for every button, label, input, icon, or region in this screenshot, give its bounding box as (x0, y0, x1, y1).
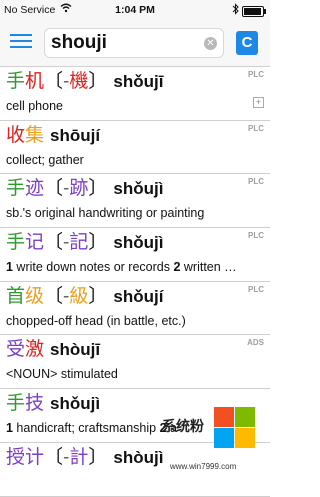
definition: sb.'s original handwriting or painting (6, 206, 205, 221)
list-item[interactable]: 受激 shòujī ADS <NOUN> stimulated (0, 335, 270, 390)
headword: 手技 shǒujì (6, 392, 100, 416)
pinyin-syllable: jí (90, 125, 101, 145)
watermark-url: www.win7999.com (170, 462, 237, 471)
menu-icon[interactable] (10, 34, 32, 52)
trad-bracket-close: 〕 (88, 178, 108, 200)
pinyin-syllable: jì (154, 233, 164, 253)
headword: 首级〔-級〕 shǒují (6, 285, 163, 309)
definition: <NOUN> stimulated (6, 367, 118, 382)
pinyin-syllable: shǒu (113, 233, 155, 253)
list-item[interactable]: 收集 shōují PLC collect; gather (0, 121, 270, 175)
hanzi-char: 计 (25, 446, 45, 468)
trad-bracket-open: 〔 (44, 446, 64, 468)
headword: 手机〔-機〕 shǒujī (6, 70, 163, 94)
hanzi-char: 手 (6, 232, 26, 254)
pinyin-syllable: shǒu (113, 179, 155, 199)
clock: 1:04 PM (115, 4, 155, 16)
headword: 手迹〔-跡〕 shǒujì (6, 177, 163, 201)
pinyin-syllable: shōu (50, 125, 91, 145)
hanzi-char: 级 (25, 285, 45, 307)
hanzi-char: 收 (6, 124, 26, 146)
trad-bracket-open: 〔 (44, 71, 64, 92)
battery-icon (242, 6, 266, 17)
hanzi-char: 迹 (25, 178, 45, 200)
hanzi-char: 手 (6, 393, 26, 415)
source-tag: PLC (248, 284, 264, 294)
hanzi-char: 集 (25, 124, 45, 146)
definition: 1 write down notes or records 2 written … (6, 260, 237, 275)
status-bar: No Service 1:04 PM (0, 0, 270, 20)
bluetooth-icon (232, 3, 239, 18)
pinyin-syllable: jì (154, 179, 164, 199)
pinyin-syllable: shǒu (50, 394, 91, 414)
trad-bracket-open: 〔 (44, 232, 64, 254)
definition: collect; gather (6, 152, 84, 167)
list-item[interactable]: 手机〔-機〕 shǒujī PLC + cell phone (0, 67, 270, 121)
source-tag: PLC (248, 231, 264, 241)
watermark-text: 系统粉 (162, 418, 204, 434)
definition: chopped-off head (in battle, etc.) (6, 313, 186, 328)
list-item[interactable]: 手迹〔-跡〕 shǒujì PLC sb.'s original handwritin… (0, 174, 270, 229)
hanzi-char: 手 (6, 178, 26, 200)
pinyin: shǒují (113, 287, 163, 306)
headword: 手记〔-記〕 shǒujì (6, 231, 163, 255)
search-input[interactable] (51, 32, 201, 54)
hanzi-char: 手 (6, 71, 26, 92)
pinyin: shōují (50, 126, 100, 145)
pinyin-syllable: jī (90, 340, 101, 360)
trad-bracket-close: 〕 (88, 232, 108, 254)
headword: 受激 shòujī (6, 338, 100, 362)
pinyin: shǒujì (113, 179, 163, 198)
pinyin: shòujī (50, 340, 100, 359)
search-box[interactable]: ✕ (44, 28, 224, 58)
clear-search-icon[interactable]: ✕ (204, 37, 217, 50)
search-toolbar: ✕ C (0, 20, 270, 67)
trad-bracket-close: 〕 (88, 71, 108, 92)
traditional-char: 計 (69, 446, 89, 468)
source-tag: PLC (248, 70, 264, 79)
hanzi-char: 激 (25, 339, 45, 361)
watermark: 系统粉 www.win7999.com (162, 404, 270, 482)
hanzi-char: 首 (6, 285, 26, 307)
pinyin-syllable: jī (154, 72, 164, 91)
list-item[interactable]: 首级〔-級〕 shǒují PLC chopped-off head (in batt… (0, 282, 270, 336)
pinyin: shǒujī (113, 72, 163, 91)
traditional-char: 記 (69, 232, 89, 254)
pinyin-syllable: shòu (113, 447, 155, 467)
hanzi-char: 授 (6, 446, 26, 468)
pinyin: shǒujì (50, 394, 100, 413)
headword: 收集 shōují (6, 124, 100, 148)
pinyin: shǒujì (113, 233, 163, 252)
hanzi-char: 机 (25, 71, 45, 92)
source-tag: PLC (248, 123, 264, 133)
source-tag: ADS (247, 338, 264, 348)
trad-bracket-close: 〕 (88, 285, 108, 307)
windows-logo-icon (214, 407, 256, 449)
pinyin-syllable: shǒu (113, 72, 155, 91)
pinyin-syllable: jí (154, 286, 164, 306)
pinyin: shòujì (113, 448, 163, 467)
trad-bracket-open: 〔 (44, 285, 64, 307)
trad-bracket-open: 〔 (44, 178, 64, 200)
hanzi-char: 记 (25, 232, 45, 254)
traditional-char: 機 (69, 71, 89, 92)
list-item[interactable]: 手记〔-記〕 shǒujì PLC 1 write down notes or rec… (0, 228, 270, 282)
definition: cell phone (6, 99, 63, 113)
traditional-char: 跡 (69, 178, 89, 200)
pinyin-syllable: shòu (50, 340, 91, 360)
pinyin-syllable: jì (154, 447, 164, 467)
headword: 授计〔-計〕 shòujì (6, 446, 163, 470)
traditional-char: 級 (69, 285, 89, 307)
c-button[interactable]: C (236, 31, 258, 55)
source-tag: PLC (248, 177, 264, 187)
hanzi-char: 受 (6, 339, 26, 361)
pinyin-syllable: jì (90, 394, 101, 414)
pinyin-syllable: shǒu (113, 286, 155, 306)
hanzi-char: 技 (25, 393, 45, 415)
trad-bracket-close: 〕 (88, 446, 108, 468)
